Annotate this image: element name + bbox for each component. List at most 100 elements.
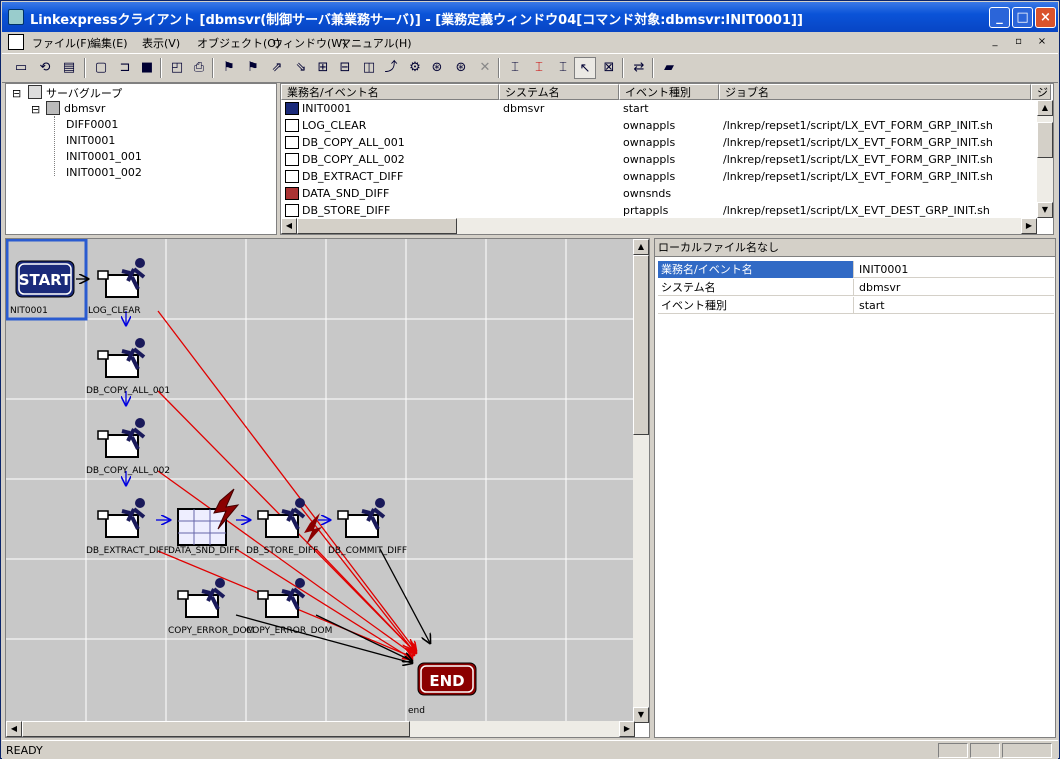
preview-icon[interactable]: ◰ <box>166 57 188 79</box>
copy-all-001-node[interactable] <box>96 336 147 379</box>
tree-item[interactable]: DIFF0001 <box>66 118 118 131</box>
select-pointer-icon[interactable]: ↖ <box>574 57 596 79</box>
extract-node[interactable] <box>96 496 147 539</box>
node-caption: DB_COPY_ALL_001 <box>86 386 170 396</box>
scroll-thumb[interactable] <box>633 255 649 435</box>
new-icon[interactable]: ▢ <box>90 57 112 79</box>
delete-icon[interactable]: ✕ <box>474 57 496 79</box>
tree-item[interactable]: INIT0001_001 <box>66 150 142 163</box>
list-row[interactable]: DB_COPY_ALL_001 ownappls /lnkrep/repset1… <box>281 134 1036 151</box>
connector-delete-icon[interactable]: ⊠ <box>598 57 620 79</box>
list-horizontal-scrollbar[interactable]: ◀ ▶ <box>281 218 1037 234</box>
scroll-left-icon[interactable]: ◀ <box>281 218 297 234</box>
refresh-icon[interactable]: ⟲ <box>34 57 56 79</box>
node-caption: DB_EXTRACT_DIFF <box>86 546 169 556</box>
list-row[interactable]: DB_COPY_ALL_002 ownappls /lnkrep/repset1… <box>281 151 1036 168</box>
scroll-down-icon[interactable]: ▼ <box>633 707 649 723</box>
child-restore-icon[interactable]: ▫ <box>1011 36 1027 50</box>
tree-server-label[interactable]: dbmsvr <box>64 102 105 115</box>
scroll-down-icon[interactable]: ▼ <box>1037 202 1053 218</box>
property-row[interactable]: イベント種別 start <box>658 297 1054 314</box>
copy-error1-node[interactable] <box>176 576 227 619</box>
copy-error2-node[interactable] <box>256 576 307 619</box>
column-header[interactable]: システム名 <box>499 84 619 100</box>
copy-all-002-node[interactable] <box>96 416 147 459</box>
event-app-icon[interactable]: ⚑ <box>218 57 240 79</box>
store-node[interactable] <box>256 496 322 545</box>
export-icon[interactable]: ⇄ <box>628 57 650 79</box>
property-row[interactable]: 業務名/イベント名 INIT0001 <box>658 261 1054 278</box>
tree-expander[interactable]: ⊟ <box>12 87 21 100</box>
toolbar-separator <box>652 58 654 78</box>
code-convert2-icon[interactable]: ⊛ <box>450 57 472 79</box>
close-button[interactable]: × <box>1035 7 1056 28</box>
open-icon[interactable]: ⊐ <box>114 57 136 79</box>
scroll-thumb[interactable] <box>297 218 457 234</box>
property-row[interactable]: システム名 dbmsvr <box>658 279 1054 296</box>
flow-vertical-scrollbar[interactable]: ▲ ▼ <box>633 239 649 723</box>
menu-window[interactable]: ウィンドウ(W) <box>272 35 346 51</box>
list-row[interactable]: INIT0001 dbmsvr start <box>281 100 1036 117</box>
scroll-right-icon[interactable]: ▶ <box>1021 218 1037 234</box>
tree-icon[interactable]: ▤ <box>58 57 80 79</box>
flow-canvas[interactable]: START NIT0001 LOG_CLEAR DB_COPY_ALL_001 … <box>5 238 650 738</box>
cell-job: /lnkrep/repset1/script/LX_EVT_DEST_GRP_I… <box>723 204 990 217</box>
cell-name: INIT0001 <box>302 102 352 115</box>
minimize-button[interactable]: _ <box>989 7 1010 28</box>
column-header[interactable]: 業務名/イベント名 <box>281 84 499 100</box>
menu-object[interactable]: オブジェクト(O) <box>197 35 280 51</box>
menu-manual[interactable]: マニュアル(H) <box>340 35 412 51</box>
list-row[interactable]: DATA_SND_DIFF ownsnds <box>281 185 1036 202</box>
tree-item[interactable]: INIT0001 <box>66 134 115 147</box>
print-icon[interactable]: ⎙ <box>188 57 210 79</box>
data-send-node[interactable] <box>177 488 240 546</box>
event-link-icon[interactable]: ⤴ <box>380 57 402 79</box>
column-header[interactable]: ジョブ名 <box>719 84 1031 100</box>
list-row[interactable]: DB_STORE_DIFF prtappls /lnkrep/repset1/s… <box>281 202 1036 219</box>
tree-expander[interactable]: ⊟ <box>31 103 40 116</box>
properties-panel: ローカルファイル名なし 業務名/イベント名 INIT0001 システム名 dbm… <box>654 238 1056 738</box>
scroll-left-icon[interactable]: ◀ <box>6 721 22 737</box>
menu-file[interactable]: ファイル(F) <box>32 35 91 51</box>
flow-grid[interactable]: START NIT0001 LOG_CLEAR DB_COPY_ALL_001 … <box>6 239 635 723</box>
connector-error-icon[interactable]: ⌶ <box>528 57 550 79</box>
property-value: start <box>859 299 885 312</box>
event-list[interactable]: 業務名/イベント名 システム名 イベント種別 ジョブ名 ジ INIT0001 d… <box>280 83 1054 235</box>
column-header[interactable]: イベント種別 <box>619 84 719 100</box>
save-icon[interactable]: ■ <box>136 57 158 79</box>
list-row[interactable]: LOG_CLEAR ownappls /lnkrep/repset1/scrip… <box>281 117 1036 134</box>
title-bar[interactable]: Linkexpressクライアント [dbmsvr(制御サーバ兼業務サーバ)] … <box>2 2 1058 32</box>
child-minimize-icon[interactable]: _ <box>987 36 1003 50</box>
new-window-icon[interactable]: ▭ <box>10 57 32 79</box>
event-recv-icon[interactable]: ⇘ <box>290 57 312 79</box>
child-close-icon[interactable]: × <box>1034 36 1050 50</box>
column-header[interactable]: ジ <box>1031 84 1051 100</box>
event-db-icon[interactable]: ⊞ <box>312 57 334 79</box>
event-file-icon[interactable]: ◫ <box>358 57 380 79</box>
event-wait-icon[interactable]: ⊟ <box>334 57 356 79</box>
connector-normal-icon[interactable]: ⌶ <box>552 57 574 79</box>
menu-view[interactable]: 表示(V) <box>142 35 180 51</box>
commit-node[interactable] <box>336 496 387 539</box>
scroll-thumb[interactable] <box>1037 122 1053 158</box>
event-send-icon[interactable]: ⇗ <box>266 57 288 79</box>
server-tree[interactable]: ⊟ サーバグループ ⊟ dbmsvr DIFF0001 INIT0001 INI… <box>5 83 277 235</box>
tree-item[interactable]: INIT0001_002 <box>66 166 142 179</box>
maximize-button[interactable]: □ <box>1012 7 1033 28</box>
menu-edit[interactable]: 編集(E) <box>90 35 128 51</box>
list-row[interactable]: DB_EXTRACT_DIFF ownappls /lnkrep/repset1… <box>281 168 1036 185</box>
scroll-right-icon[interactable]: ▶ <box>619 721 635 737</box>
log-clear-node[interactable] <box>96 256 147 299</box>
scroll-thumb[interactable] <box>22 721 410 737</box>
list-vertical-scrollbar[interactable]: ▲ ▼ <box>1037 100 1053 218</box>
connector-icon[interactable]: ⌶ <box>504 57 526 79</box>
document-icon[interactable] <box>8 34 24 50</box>
event-app2-icon[interactable]: ⚑ <box>242 57 264 79</box>
code-convert-icon[interactable]: ⊛ <box>426 57 448 79</box>
event-trans-icon[interactable]: ⚙ <box>404 57 426 79</box>
flow-horizontal-scrollbar[interactable]: ◀ ▶ <box>6 721 635 737</box>
manual-book-icon[interactable]: ▰ <box>658 57 680 79</box>
tree-root-label[interactable]: サーバグループ <box>46 85 122 101</box>
scroll-up-icon[interactable]: ▲ <box>1037 100 1053 116</box>
scroll-up-icon[interactable]: ▲ <box>633 239 649 255</box>
